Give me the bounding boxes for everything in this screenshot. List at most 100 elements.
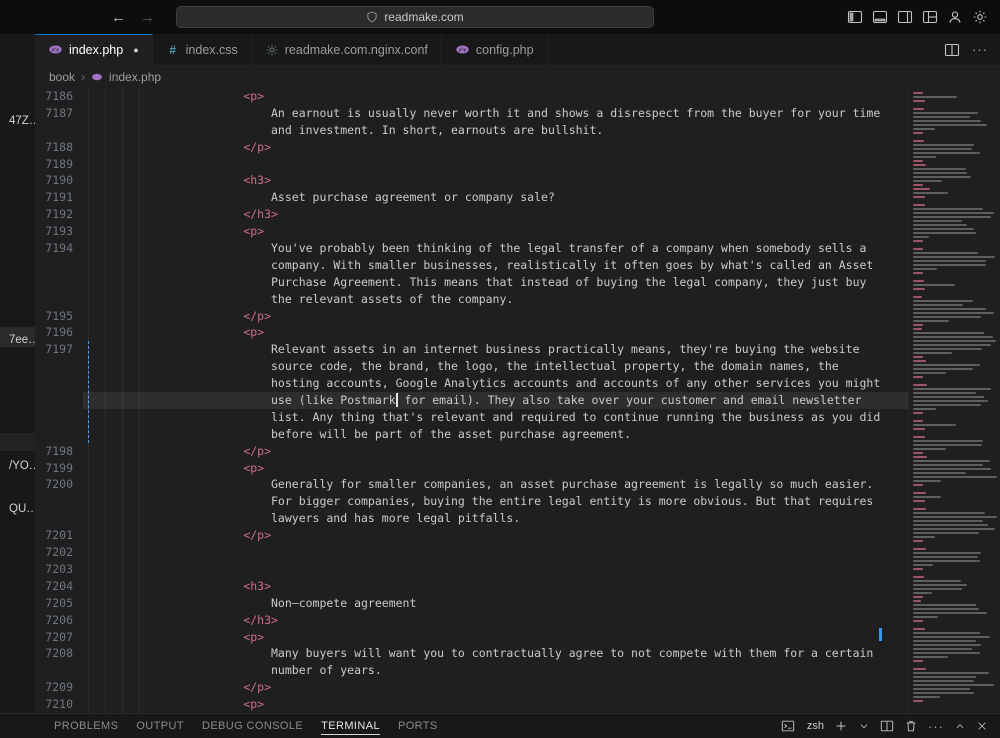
line-number[interactable]: 7209 <box>35 679 83 696</box>
split-terminal-icon[interactable] <box>880 719 894 733</box>
breadcrumb-file[interactable]: index.php <box>109 70 161 84</box>
code-text[interactable] <box>83 156 908 173</box>
code-line[interactable]: 7190 <h3> <box>35 172 908 189</box>
code-text[interactable] <box>83 561 908 578</box>
line-number[interactable]: 7186 <box>35 88 83 105</box>
tab-index-css[interactable]: # index.css <box>153 34 252 65</box>
code-line[interactable]: For bigger companies, buying the entire … <box>35 493 908 510</box>
code-text[interactable]: the relevant assets of the company. <box>83 291 908 308</box>
panel-tab-terminal[interactable]: TERMINAL <box>321 717 380 735</box>
line-number[interactable]: 7208 <box>35 645 83 662</box>
code-line[interactable]: source code, the brand, the logo, the in… <box>35 358 908 375</box>
code-text[interactable]: Purchase Agreement. This means that inst… <box>83 274 908 291</box>
code-line[interactable]: 7189 <box>35 156 908 173</box>
code-line[interactable]: 7186 <p> <box>35 88 908 105</box>
code-line[interactable]: 7192 </h3> <box>35 206 908 223</box>
shell-label[interactable]: zsh <box>807 720 824 732</box>
code-line[interactable]: 7193 <p> <box>35 223 908 240</box>
code-line[interactable]: Purchase Agreement. This means that inst… <box>35 274 908 291</box>
tab-config-php[interactable]: php config.php <box>442 34 548 65</box>
line-number[interactable]: 7204 <box>35 578 83 595</box>
code-tag-text[interactable]: <p> <box>83 88 908 105</box>
code-line[interactable]: use (like Postmark for email). They also… <box>35 392 908 409</box>
code-tag-text[interactable]: </h3> <box>83 612 908 629</box>
code-tag-text[interactable]: <h3> <box>83 578 908 595</box>
code-line[interactable]: 7195 </p> <box>35 308 908 325</box>
code-line[interactable]: before will be part of the asset purchas… <box>35 426 908 443</box>
explorer-sidebar-sliver[interactable]: 47Z… 7ee… /YO… QU… <box>0 34 35 713</box>
code-text[interactable]: source code, the brand, the logo, the in… <box>83 358 908 375</box>
split-editor-icon[interactable] <box>944 42 960 58</box>
code-tag-text[interactable]: <p> <box>83 223 908 240</box>
code-line[interactable]: 7202 <box>35 544 908 561</box>
explorer-item[interactable]: QU… <box>0 500 35 518</box>
trash-icon[interactable] <box>904 719 918 733</box>
code-line[interactable]: 7206 </h3> <box>35 612 908 629</box>
code-line[interactable]: 7200 Generally for smaller companies, an … <box>35 476 908 493</box>
command-center-url-box[interactable]: readmake.com <box>176 6 654 28</box>
code-tag-text[interactable]: <h3> <box>83 172 908 189</box>
code-text[interactable]: You've probably been thinking of the leg… <box>83 240 908 257</box>
code-line[interactable]: 7194 You've probably been thinking of the… <box>35 240 908 257</box>
code-text[interactable]: number of years. <box>83 662 908 679</box>
settings-gear-icon[interactable] <box>972 9 988 25</box>
panel-tab-problems[interactable]: PROBLEMS <box>54 717 118 735</box>
code-text[interactable]: Relevant assets in an internet business … <box>83 341 908 358</box>
code-line[interactable]: 7209 </p> <box>35 679 908 696</box>
explorer-item[interactable]: 47Z… <box>0 112 35 130</box>
account-icon[interactable] <box>947 9 963 25</box>
code-text[interactable]: before will be part of the asset purchas… <box>83 426 908 443</box>
code-tag-text[interactable]: </p> <box>83 139 908 156</box>
code-text[interactable]: list. Any thing that's relevant and requ… <box>83 409 908 426</box>
code-tag-text[interactable]: <p> <box>83 460 908 477</box>
line-number[interactable]: 7199 <box>35 460 83 477</box>
code-text[interactable]: For bigger companies, buying the entire … <box>83 493 908 510</box>
code-tag-text[interactable]: </h3> <box>83 206 908 223</box>
line-number[interactable]: 7193 <box>35 223 83 240</box>
code-line[interactable]: 7207 <p> <box>35 629 908 646</box>
line-number[interactable]: 7202 <box>35 544 83 561</box>
code-text[interactable]: use (like Postmark for email). They also… <box>83 392 908 409</box>
code-text[interactable]: Asset purchase agreement or company sale… <box>83 189 908 206</box>
code-tag-text[interactable]: <p> <box>83 696 908 713</box>
line-number[interactable]: 7207 <box>35 629 83 646</box>
line-number[interactable]: 7201 <box>35 527 83 544</box>
line-number[interactable]: 7191 <box>35 189 83 206</box>
modified-dot-icon[interactable]: ● <box>133 45 138 55</box>
toggle-panel-icon[interactable] <box>872 9 888 25</box>
code-line[interactable]: 7210 <p> <box>35 696 908 713</box>
code-text[interactable]: An earnout is usually never worth it and… <box>83 105 908 122</box>
code-line[interactable]: hosting accounts, Google Analytics accou… <box>35 375 908 392</box>
line-number[interactable]: 7190 <box>35 172 83 189</box>
toggle-sidebar-left-icon[interactable] <box>847 9 863 25</box>
line-number[interactable]: 7197 <box>35 341 83 358</box>
code-text[interactable]: company. With smaller businesses, realis… <box>83 257 908 274</box>
code-text[interactable]: Generally for smaller companies, an asse… <box>83 476 908 493</box>
code-line[interactable]: company. With smaller businesses, realis… <box>35 257 908 274</box>
code-tag-text[interactable]: <p> <box>83 324 908 341</box>
code-tag-text[interactable]: </p> <box>83 443 908 460</box>
more-actions-icon[interactable]: ··· <box>928 720 944 733</box>
line-number[interactable]: 7192 <box>35 206 83 223</box>
close-panel-icon[interactable] <box>976 720 988 732</box>
panel-tab-debug-console[interactable]: DEBUG CONSOLE <box>202 717 303 735</box>
tab-index-php[interactable]: php index.php ● <box>35 34 153 65</box>
code-line[interactable]: 7191 Asset purchase agreement or company … <box>35 189 908 206</box>
code-text[interactable] <box>83 544 908 561</box>
line-number[interactable]: 7189 <box>35 156 83 173</box>
code-line[interactable]: 7201 </p> <box>35 527 908 544</box>
code-line[interactable]: 7197 Relevant assets in an internet busin… <box>35 341 908 358</box>
code-line[interactable]: number of years. <box>35 662 908 679</box>
code-line[interactable]: 7199 <p> <box>35 460 908 477</box>
line-number[interactable]: 7188 <box>35 139 83 156</box>
code-line[interactable]: 7205 Non—compete agreement <box>35 595 908 612</box>
code-line[interactable]: 7188 </p> <box>35 139 908 156</box>
tab-nginx-conf[interactable]: readmake.com.nginx.conf <box>252 34 442 65</box>
forward-button[interactable]: → <box>140 9 155 26</box>
code-text[interactable]: Many buyers will want you to contractual… <box>83 645 908 662</box>
code-line[interactable]: list. Any thing that's relevant and requ… <box>35 409 908 426</box>
explorer-item[interactable]: /YO… <box>0 457 35 475</box>
code-tag-text[interactable]: <p> <box>83 629 908 646</box>
line-number[interactable]: 7194 <box>35 240 83 257</box>
line-number[interactable]: 7203 <box>35 561 83 578</box>
